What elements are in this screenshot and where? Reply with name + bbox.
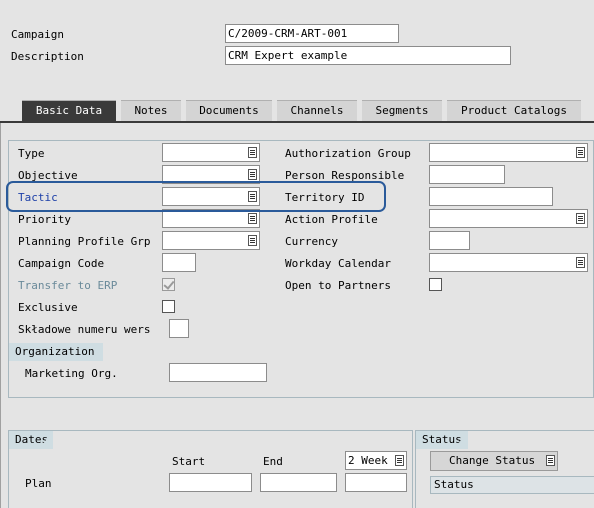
type-label: Type	[18, 147, 45, 160]
campaign-code-label: Campaign Code	[18, 257, 105, 270]
status-table-header: Status	[430, 476, 594, 494]
dates-section-title: Dates	[9, 431, 53, 449]
workday-calendar-label: Workday Calendar	[285, 257, 391, 270]
plan-start-field[interactable]	[169, 473, 252, 492]
exclusive-label: Exclusive	[18, 301, 78, 314]
territory-id-field[interactable]	[429, 187, 553, 206]
value-help-icon[interactable]	[248, 169, 257, 180]
transfer-to-erp-checkbox	[162, 278, 175, 291]
plan-end-field[interactable]	[260, 473, 337, 492]
campaign-field[interactable]: C/2009-CRM-ART-001	[225, 24, 399, 43]
planning-profile-grp-field[interactable]	[162, 231, 260, 250]
tab-basic-data[interactable]: Basic Data	[22, 100, 116, 122]
currency-label: Currency	[285, 235, 338, 248]
status-column-header: Status	[434, 478, 474, 491]
status-section-title: Status	[416, 431, 468, 449]
organization-section-title: Organization	[9, 343, 103, 361]
duration-unit-dropdown[interactable]: 2 Week	[345, 451, 407, 470]
authorization-group-label: Authorization Group	[285, 147, 411, 160]
marketing-org-field[interactable]	[169, 363, 267, 382]
description-label: Description	[11, 50, 84, 63]
tab-channels[interactable]: Channels	[277, 100, 357, 122]
value-help-icon[interactable]	[576, 213, 585, 224]
action-profile-label: Action Profile	[285, 213, 378, 226]
planning-profile-grp-label: Planning Profile Grp	[18, 235, 151, 248]
skladowe-field[interactable]	[169, 319, 189, 338]
tab-notes[interactable]: Notes	[121, 100, 181, 122]
open-to-partners-label: Open to Partners	[285, 279, 391, 292]
tactic-highlight-frame	[6, 181, 386, 212]
person-responsible-field[interactable]	[429, 165, 505, 184]
value-help-icon[interactable]	[576, 147, 585, 158]
plan-duration-field[interactable]	[345, 473, 407, 492]
dropdown-icon[interactable]	[395, 455, 404, 466]
description-field[interactable]: CRM Expert example	[225, 46, 511, 65]
plan-label: Plan	[25, 477, 52, 490]
authorization-group-field[interactable]	[429, 143, 588, 162]
workday-calendar-field[interactable]	[429, 253, 588, 272]
priority-label: Priority	[18, 213, 71, 226]
tab-product-catalogs[interactable]: Product Catalogs	[447, 100, 581, 122]
dropdown-icon	[546, 455, 555, 466]
value-help-icon[interactable]	[248, 147, 257, 158]
currency-field[interactable]	[429, 231, 470, 250]
skladowe-label: Składowe numeru wers	[18, 323, 151, 336]
duration-unit-value: 2 Week	[348, 454, 388, 467]
tab-segments[interactable]: Segments	[362, 100, 442, 122]
header-area	[0, 0, 594, 86]
value-help-icon[interactable]	[248, 235, 257, 246]
value-help-icon[interactable]	[576, 257, 585, 268]
open-to-partners-checkbox[interactable]	[429, 278, 442, 291]
transfer-to-erp-label: Transfer to ERP	[18, 279, 118, 292]
change-status-button[interactable]: Change Status	[430, 451, 558, 471]
dates-start-header: Start	[172, 455, 206, 468]
exclusive-checkbox[interactable]	[162, 300, 175, 313]
tab-documents[interactable]: Documents	[186, 100, 272, 122]
change-status-label: Change Status	[449, 454, 536, 467]
type-field[interactable]	[162, 143, 260, 162]
value-help-icon[interactable]	[248, 213, 257, 224]
action-profile-field[interactable]	[429, 209, 588, 228]
campaign-label: Campaign	[11, 28, 64, 41]
campaign-code-field[interactable]	[162, 253, 196, 272]
dates-end-header: End	[263, 455, 283, 468]
marketing-org-label: Marketing Org.	[25, 367, 118, 380]
